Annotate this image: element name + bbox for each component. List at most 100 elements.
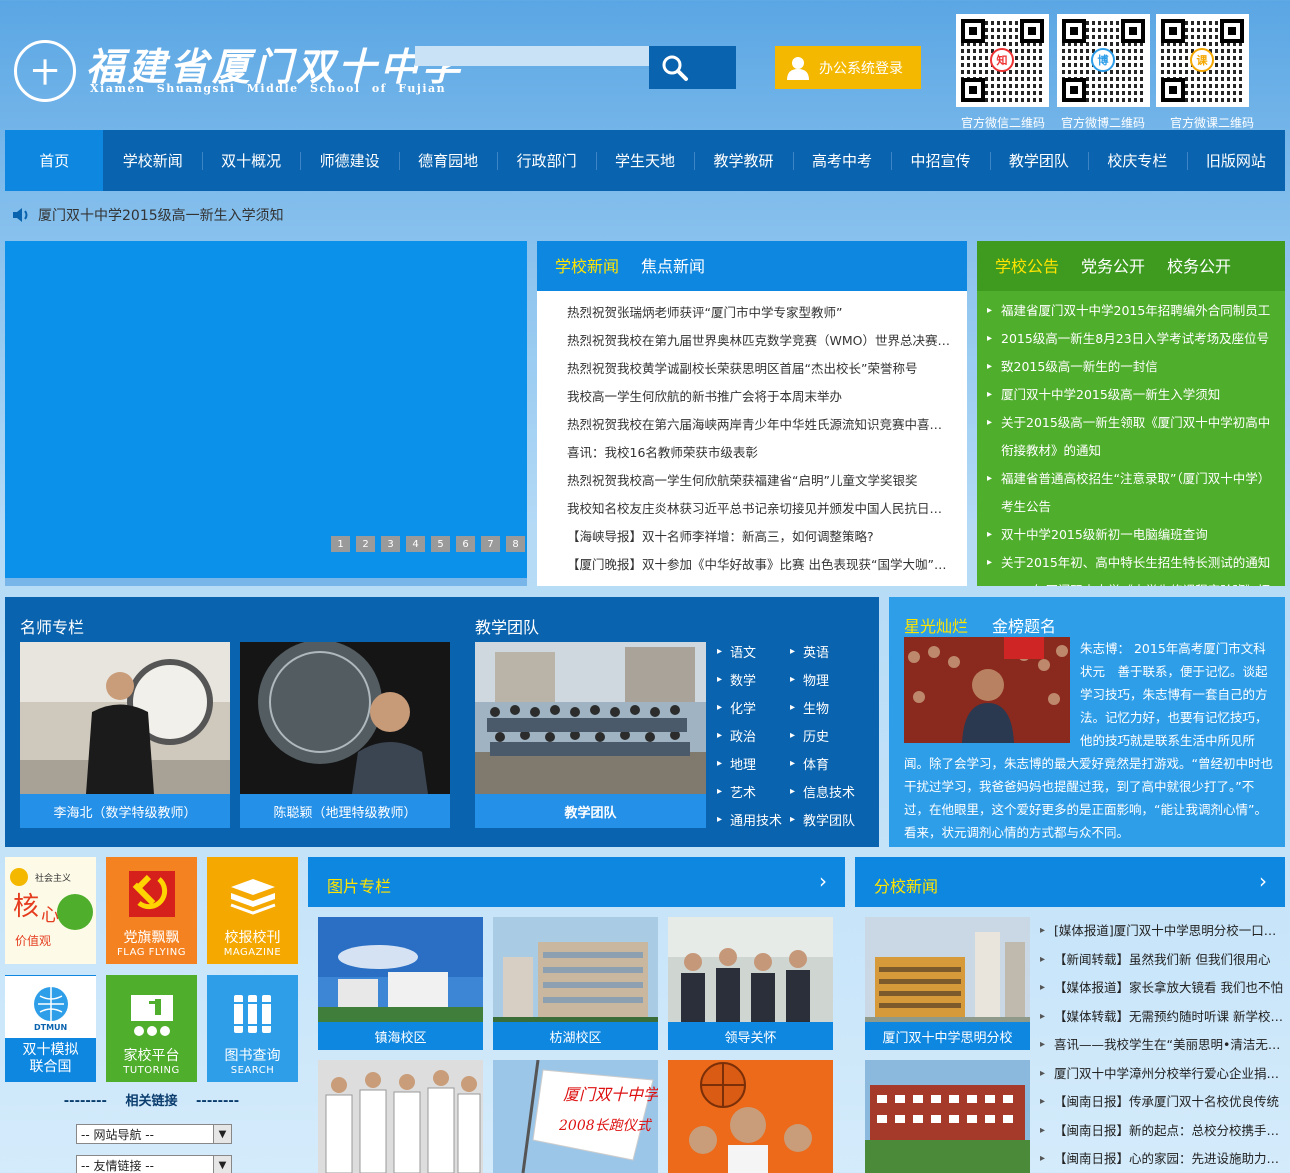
svg-text:厦门双十中学: 厦门双十中学: [563, 1085, 658, 1104]
tab-school-notice[interactable]: 学校公告: [995, 253, 1059, 291]
news-item[interactable]: 【厦门晚报】双十参加《中华好故事》比赛 出色表现获“国学大咖”称号: [567, 551, 953, 579]
nav-home[interactable]: 首页: [5, 130, 104, 191]
subject-link[interactable]: 体育: [790, 754, 829, 773]
home-school-tile[interactable]: 家校平台 TUTORING: [106, 975, 197, 1082]
notice-item[interactable]: 关于2015级高一新生领取《厦门双十中学初高中衔接教材》的通知: [987, 409, 1271, 465]
branch-news-item[interactable]: 喜讯——我校学生在“美丽思明•清洁无烟”活动中获奖: [1040, 1031, 1285, 1060]
notice-item[interactable]: 2015级高一新生8月23日入学考试考场及座位号: [987, 325, 1271, 353]
news-item[interactable]: 我校高一学生何欣航的新书推广会将于本周末举办: [567, 383, 953, 411]
tab-honor-roll[interactable]: 金榜题名: [992, 613, 1056, 637]
photo-item[interactable]: 领导关怀: [668, 917, 833, 1050]
subject-link[interactable]: 艺术: [717, 782, 756, 801]
branch-news-item[interactable]: [媒体报道]厦门双十中学思明分校一口气推出多项举措: [1040, 917, 1285, 946]
subject-link[interactable]: 地理: [717, 754, 756, 773]
party-flag-tile[interactable]: 党旗飘飘 FLAG FLYING: [106, 857, 197, 964]
photo-item[interactable]: [318, 1060, 483, 1173]
tab-school-news[interactable]: 学校新闻: [555, 253, 619, 291]
search-button[interactable]: [649, 46, 736, 89]
slider-page-button[interactable]: 8: [506, 536, 525, 552]
branch-news-item[interactable]: 【新闻转载】虽然我们新 但我们很用心: [1040, 946, 1285, 975]
news-item[interactable]: 喜讯：我校16名教师荣获市级表彰: [567, 439, 953, 467]
school-logo[interactable]: 十 福建省厦门双十中学 Xiamen Shuangshi Middle Scho…: [14, 36, 460, 102]
nav-old-site[interactable]: 旧版网站: [1186, 130, 1285, 191]
announcement-ticker[interactable]: 厦门双十中学2015级高一新生入学须知: [12, 205, 284, 225]
slider-page-button[interactable]: 2: [356, 536, 375, 552]
notice-item[interactable]: 致2015级高一新生的一封信: [987, 353, 1271, 381]
branch-news-item[interactable]: 【闽南日报】传承厦门双十名校优良传统: [1040, 1088, 1285, 1117]
notice-item[interactable]: 2015年厦门双十中学《大学先修课程实验班》招生: [987, 577, 1271, 586]
nav-admissions[interactable]: 中招宣传: [891, 130, 989, 191]
notice-item[interactable]: 关于2015年初、高中特长生招生特长测试的通知: [987, 549, 1271, 577]
news-item[interactable]: 热烈祝贺我校黄学诚副校长荣获思明区首届“杰出校长”荣誉称号: [567, 355, 953, 383]
nav-overview[interactable]: 双十概况: [201, 130, 300, 191]
news-item[interactable]: 我校知名校友庄炎林获习近平总书记亲切接见并颁发中国人民抗日战争胜利纪念章: [567, 495, 953, 523]
notice-item[interactable]: 厦门双十中学2015级高一新生入学须知: [987, 381, 1271, 409]
library-search-tile[interactable]: 图书查询 SEARCH: [207, 975, 298, 1082]
tab-school-affairs[interactable]: 校务公开: [1167, 253, 1231, 291]
chevron-right-icon[interactable]: ›: [1259, 869, 1267, 893]
friend-links-select[interactable]: -- 友情链接 -- ▼: [76, 1155, 232, 1173]
subject-link[interactable]: 物理: [790, 670, 829, 689]
slider-page-button[interactable]: 1: [331, 536, 350, 552]
subject-link[interactable]: 数学: [717, 670, 756, 689]
nav-teacher-ethics[interactable]: 师德建设: [300, 130, 398, 191]
branch-photo[interactable]: 厦门双十中学思明分校: [865, 917, 1030, 1050]
slider-page-button[interactable]: 6: [456, 536, 475, 552]
magazine-tile[interactable]: 校报校刊 MAGAZINE: [207, 857, 298, 964]
nav-moral-education[interactable]: 德育园地: [398, 130, 497, 191]
subject-link[interactable]: 生物: [790, 698, 829, 717]
subject-link[interactable]: 语文: [717, 642, 756, 661]
subject-link[interactable]: 通用技术: [717, 810, 782, 829]
subject-link[interactable]: 政治: [717, 726, 756, 745]
model-un-tile[interactable]: DTMUN 双十模拟联合国: [5, 975, 96, 1082]
photo-item[interactable]: [668, 1060, 833, 1173]
subject-link[interactable]: 教学团队: [790, 810, 855, 829]
slider-page-button[interactable]: 4: [406, 536, 425, 552]
branch-news-item[interactable]: 厦门双十中学漳州分校举行爱心企业捐赠仪式: [1040, 1060, 1285, 1089]
tab-focus-news[interactable]: 焦点新闻: [641, 253, 705, 291]
star-article[interactable]: 朱志博： 2015年高考厦门市文科状元 善于联系，便于记忆。谈起学习技巧，朱志博…: [904, 637, 1274, 844]
tab-star[interactable]: 星光灿烂: [904, 613, 968, 637]
nav-teaching-team[interactable]: 教学团队: [989, 130, 1088, 191]
nav-students[interactable]: 学生天地: [595, 130, 694, 191]
teacher-card[interactable]: 李海北（数学特级教师）: [20, 642, 230, 828]
notice-item[interactable]: 福建省普通高校招生“注意录取”（厦门双十中学）考生公告: [987, 465, 1271, 521]
team-card[interactable]: 教学团队: [475, 642, 706, 828]
news-item[interactable]: 热烈祝贺我校在第六届海峡两岸青少年中华姓氏源流知识竞赛中喜获佳绩: [567, 411, 953, 439]
nav-admin-depts[interactable]: 行政部门: [497, 130, 595, 191]
office-login-button[interactable]: 办公系统登录: [775, 46, 921, 89]
branch-news-item[interactable]: 【媒体转载】无需预约随时听课 新学校开放课堂: [1040, 1003, 1285, 1032]
nav-exams[interactable]: 高考中考: [792, 130, 891, 191]
subject-link[interactable]: 化学: [717, 698, 756, 717]
photo-item[interactable]: 厦门双十中学 2008长跑仪式: [493, 1060, 658, 1173]
slider-page-button[interactable]: 7: [481, 536, 500, 552]
core-values-tile[interactable]: 社会主义核心价值观: [5, 857, 96, 964]
subject-link[interactable]: 英语: [790, 642, 829, 661]
search-input[interactable]: [415, 46, 649, 66]
branch-photo[interactable]: [865, 1060, 1030, 1173]
nav-school-news[interactable]: 学校新闻: [103, 130, 201, 191]
slider-page-button[interactable]: 3: [381, 536, 400, 552]
branch-news-item[interactable]: 【媒体报道】家长拿放大镜看 我们也不怕: [1040, 974, 1285, 1003]
chevron-right-icon[interactable]: ›: [819, 869, 827, 893]
nav-teaching-research[interactable]: 教学教研: [694, 130, 792, 191]
news-item[interactable]: 热烈祝贺我校高一学生何欣航荣获福建省“启明”儿童文学奖银奖: [567, 467, 953, 495]
site-nav-select[interactable]: -- 网站导航 -- ▼: [76, 1124, 232, 1144]
subject-link[interactable]: 信息技术: [790, 782, 855, 801]
photo-item[interactable]: 枋湖校区: [493, 917, 658, 1050]
notice-item[interactable]: 福建省厦门双十中学2015年招聘编外合同制员工: [987, 297, 1271, 325]
news-item[interactable]: 热烈祝贺我校在第九届世界奥林匹克数学竞赛（WMO）世界总决赛中获佳绩: [567, 327, 953, 355]
news-item[interactable]: 热烈祝贺张瑞炳老师获评“厦门市中学专家型教师”: [567, 299, 953, 327]
notice-item[interactable]: 双十中学2015级新初一电脑编班查询: [987, 521, 1271, 549]
branch-news-item[interactable]: 【闽南日报】新的起点：总校分校携手并进: [1040, 1117, 1285, 1146]
subject-link[interactable]: 历史: [790, 726, 829, 745]
star-tabs: 星光灿烂 金榜题名: [904, 613, 1056, 637]
photo-item[interactable]: 镇海校区: [318, 917, 483, 1050]
slider-page-button[interactable]: 5: [431, 536, 450, 552]
teacher-card[interactable]: 陈聪颖（地理特级教师）: [240, 642, 450, 828]
nav-anniversary[interactable]: 校庆专栏: [1088, 130, 1186, 191]
branch-news-item[interactable]: 【闽南日报】心的家园：先进设施助力教学: [1040, 1145, 1285, 1173]
image-slider[interactable]: 1 2 3 4 5 6 7 8: [5, 241, 527, 586]
tab-party-affairs[interactable]: 党务公开: [1081, 253, 1145, 291]
news-item[interactable]: 【海峡导报】双十名师李祥增：新高三，如何调整策略?: [567, 523, 953, 551]
